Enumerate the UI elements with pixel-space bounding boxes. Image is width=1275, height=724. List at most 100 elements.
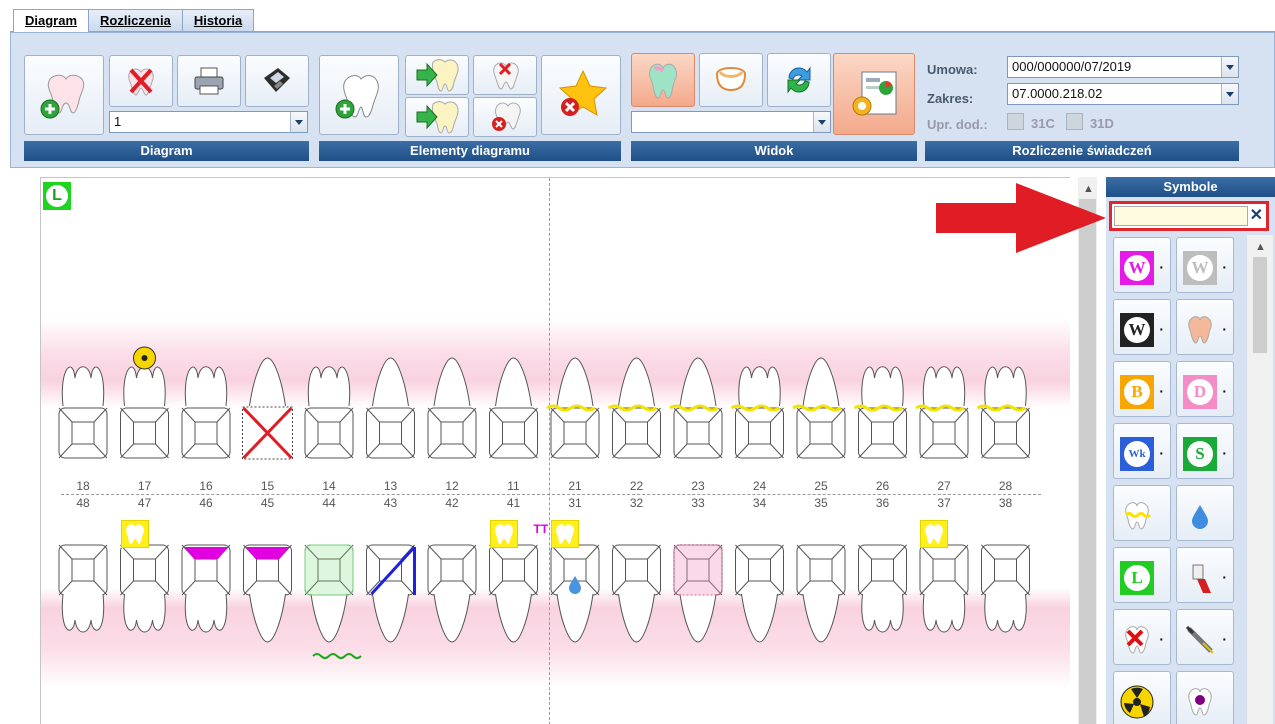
tooth-number: 14	[322, 479, 336, 493]
new-diagram-button[interactable]	[24, 55, 104, 135]
checkbox-31c[interactable]	[1007, 113, 1024, 130]
symbol-l-green-button[interactable]: L	[1113, 547, 1171, 603]
tooth-badge-icon[interactable]	[551, 520, 579, 548]
symbol-drop-button[interactable]	[1176, 485, 1234, 541]
printer-icon	[194, 67, 224, 95]
teeth-chart[interactable]: ТТ	[41, 178, 1071, 724]
tab-rozliczenia[interactable]: Rozliczenia	[88, 9, 183, 31]
tooth-badge-icon[interactable]	[920, 520, 948, 548]
refresh-arrows-icon	[787, 66, 811, 94]
clear-icon[interactable]: ✕	[1250, 205, 1263, 225]
chevron-down-icon[interactable]	[1221, 57, 1238, 77]
lower-tooth	[427, 544, 477, 643]
save-button[interactable]	[245, 55, 309, 107]
report-settings-icon	[852, 71, 897, 116]
checkbox-31d-label: 31D	[1090, 116, 1114, 131]
wk-blue-icon: Wk	[1119, 436, 1155, 472]
tooth-number: 44	[322, 496, 336, 510]
tab-historia[interactable]: Historia	[181, 9, 255, 31]
delete-diagram-button[interactable]	[109, 55, 173, 107]
w-magenta-icon: W	[1119, 250, 1155, 286]
umowa-label: Umowa:	[927, 62, 978, 77]
add-tooth-button[interactable]	[319, 55, 399, 135]
symbol-s-green-button[interactable]: S ·	[1176, 423, 1234, 479]
symbols-title: Symbole	[1106, 177, 1275, 197]
tab-diagram[interactable]: Diagram	[13, 9, 90, 32]
tooth-number: 45	[260, 496, 275, 510]
group-diagram-label: Diagram	[24, 141, 309, 161]
tooth-badge-icon[interactable]	[120, 520, 149, 548]
move-tooth-button[interactable]	[405, 55, 469, 95]
symbol-w-black-button[interactable]: W ·	[1113, 299, 1171, 355]
tooth-number: 32	[629, 496, 644, 510]
upper-tooth	[858, 366, 907, 459]
drop-icon	[1182, 498, 1218, 534]
diagram-scrollbar[interactable]: ▲	[1078, 177, 1097, 724]
tooth-number: 22	[629, 479, 644, 493]
symbol-toothbrush-button[interactable]: ·	[1176, 547, 1234, 603]
tooth-delete-icon	[492, 102, 521, 131]
chevron-down-icon[interactable]	[290, 112, 307, 132]
upper-tooth	[489, 357, 538, 459]
remove-element-button[interactable]	[473, 55, 537, 95]
symbol-w-magenta-button[interactable]: W ·	[1113, 237, 1171, 293]
tooth-number: 31	[568, 496, 582, 510]
tooth-number: 42	[445, 496, 459, 510]
floppy-disk-icon	[264, 68, 290, 92]
symbol-b-orange-button[interactable]: B ·	[1113, 361, 1171, 417]
symbols-search: ✕	[1109, 201, 1269, 231]
tooth-number: 13	[383, 479, 398, 493]
upper-tooth	[304, 366, 354, 459]
view-rotate-button[interactable]	[767, 53, 831, 107]
tooth-number: 48	[76, 496, 90, 510]
view-colored-button[interactable]	[631, 53, 695, 107]
symbol-wk-blue-button[interactable]: Wk ·	[1113, 423, 1171, 479]
tooth-number: 34	[752, 496, 767, 510]
diagram-select[interactable]: 1	[109, 111, 308, 133]
chevron-down-icon[interactable]	[1221, 84, 1238, 104]
symbol-tooth-yellow-button[interactable]	[1113, 485, 1171, 541]
upper-tooth	[735, 366, 784, 459]
tooth-number: 12	[445, 479, 459, 493]
symbol-skull-tooth-button[interactable]	[1176, 671, 1234, 724]
upper-tooth	[366, 357, 415, 459]
symbol-d-pink-button[interactable]: D ·	[1176, 361, 1234, 417]
d-pink-icon: D	[1182, 374, 1218, 410]
tooth-number: 18	[76, 479, 90, 493]
symbols-search-input[interactable]	[1114, 206, 1248, 226]
view-crown-button[interactable]	[699, 53, 763, 107]
symbol-w-grey-button[interactable]: W ·	[1176, 237, 1234, 293]
tooth-number: 33	[691, 496, 705, 510]
symbol-radiation-button[interactable]	[1113, 671, 1171, 724]
s-green-icon: S	[1182, 436, 1218, 472]
umowa-select[interactable]: 000/000000/07/2019	[1007, 56, 1239, 78]
tooth-number: 23	[691, 479, 705, 493]
group-elements-label: Elementy diagramu	[319, 141, 621, 161]
delete-element-button[interactable]	[473, 97, 537, 137]
tooth-number: 26	[875, 479, 890, 493]
tooth-number: 17	[137, 479, 152, 493]
lower-tooth	[612, 544, 661, 643]
dental-diagram-canvas[interactable]: L ТТ 18 48 17 47 16 46 15 45 14 44 13 43…	[40, 177, 1070, 724]
group-view-label: Widok	[631, 141, 917, 161]
tooth-number: 41	[506, 496, 521, 510]
chevron-down-icon[interactable]	[813, 112, 830, 132]
upper-tooth	[120, 366, 169, 459]
symbols-scrollbar[interactable]: ▲	[1247, 235, 1273, 724]
remove-star-button[interactable]	[541, 55, 621, 135]
symbol-plaster-button[interactable]: ·	[1176, 299, 1234, 355]
symbol-tooth-x-button[interactable]: ·	[1113, 609, 1171, 665]
checkbox-31d[interactable]	[1066, 113, 1083, 130]
lower-tooth	[489, 544, 538, 643]
symbol-syringe-button[interactable]: ·	[1176, 609, 1234, 665]
zakres-select[interactable]: 07.0000.218.02	[1007, 83, 1239, 105]
tooth-badge-icon[interactable]	[489, 520, 518, 548]
view-select[interactable]	[631, 111, 831, 133]
print-button[interactable]	[177, 55, 241, 107]
group-settlement-label: Rozliczenie świadczeń	[925, 141, 1239, 161]
tooth-number: 35	[814, 496, 828, 510]
lower-tooth	[796, 544, 846, 643]
view-report-button[interactable]	[833, 53, 915, 135]
copy-tooth-button[interactable]	[405, 97, 469, 137]
tooth-number: 27	[937, 479, 951, 493]
